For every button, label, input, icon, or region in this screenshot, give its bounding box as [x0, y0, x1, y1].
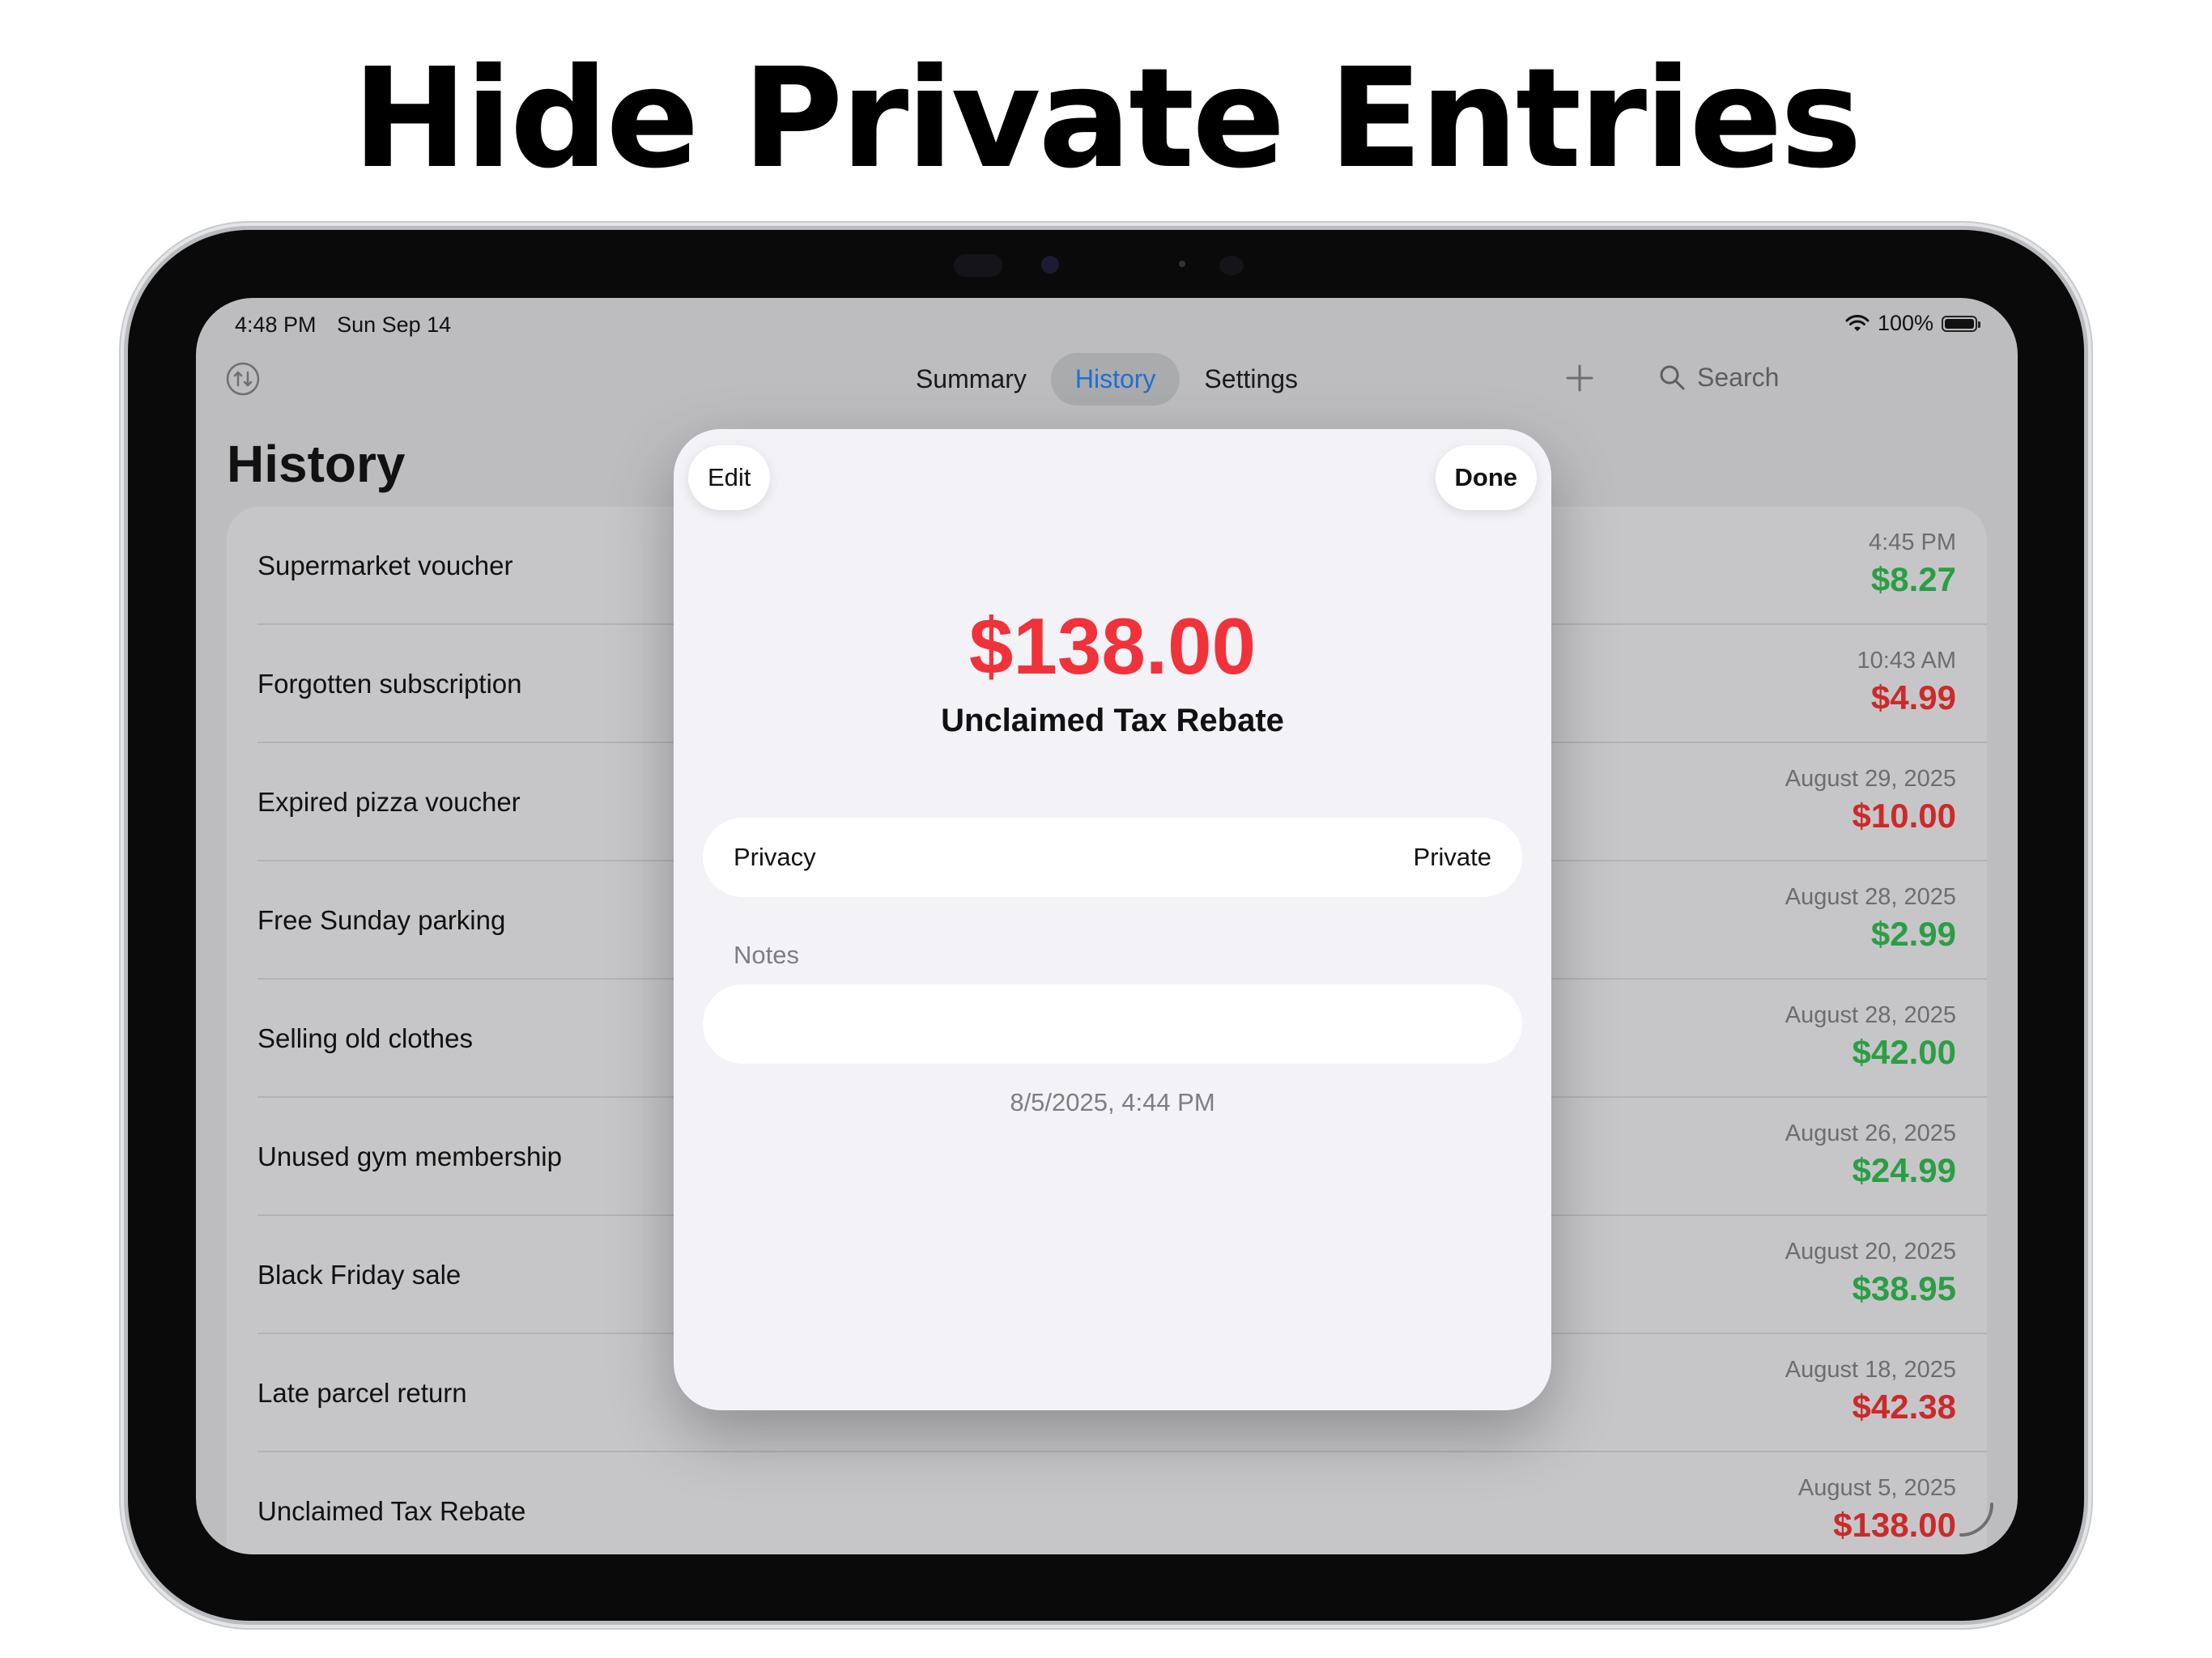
wifi-icon — [1845, 314, 1870, 331]
entry-name: Free Sunday parking — [257, 905, 506, 935]
entry-name: Supermarket voucher — [257, 551, 513, 580]
entry-amount: $4.99 — [1870, 678, 1956, 716]
volume-up-button — [279, 223, 359, 230]
add-entry-icon[interactable] — [1564, 363, 1595, 393]
entry-amount: $42.00 — [1852, 1033, 1956, 1071]
entry-date: August 20, 2025 — [1784, 1239, 1956, 1265]
proximity-sensor — [1219, 256, 1244, 275]
entry-name: Unclaimed Tax Rebate — [257, 1496, 526, 1526]
volume-down-button — [374, 223, 455, 230]
search-placeholder: Search — [1697, 362, 1780, 392]
resize-handle-icon[interactable] — [1956, 1499, 1995, 1538]
privacy-label: Privacy — [734, 843, 816, 871]
status-time: 4:48 PM — [235, 312, 317, 337]
sensor — [954, 254, 1002, 277]
status-bar-left: 4:48 PM Sun Sep 14 — [235, 312, 466, 338]
done-button[interactable]: Done — [1435, 445, 1537, 510]
entry-date: August 28, 2025 — [1784, 884, 1956, 910]
status-date: Sun Sep 14 — [337, 312, 452, 337]
page-title: History — [227, 435, 406, 493]
camera-bar — [939, 251, 1279, 280]
entry-amount: $10.00 — [1852, 797, 1956, 835]
entry-amount: $8.27 — [1870, 560, 1956, 598]
entry-date: August 5, 2025 — [1797, 1475, 1956, 1501]
entry-name: Forgotten subscription — [257, 669, 522, 699]
entry-amount-large: $138.00 — [968, 602, 1257, 691]
screen: 4:48 PM Sun Sep 14 100% Summary History … — [196, 298, 2018, 1554]
entry-name: Black Friday sale — [257, 1260, 462, 1290]
entry-date: 4:45 PM — [1869, 529, 1956, 555]
entry-amount: $138.00 — [1833, 1506, 1956, 1544]
entry-date: August 28, 2025 — [1784, 1002, 1956, 1028]
entry-amount: $24.99 — [1852, 1151, 1956, 1189]
entry-name: Selling old clothes — [257, 1023, 473, 1053]
front-camera-icon — [1041, 256, 1059, 274]
entry-amount: $42.38 — [1852, 1388, 1956, 1426]
entry-amount: $38.95 — [1852, 1269, 1956, 1307]
entry-detail-sheet: Edit Done $138.00 Unclaimed Tax Rebate P… — [674, 429, 1551, 1410]
entry-date: August 26, 2025 — [1784, 1120, 1956, 1146]
tab-history[interactable]: History — [1050, 353, 1180, 406]
list-item[interactable]: Unclaimed Tax Rebate August 5, 2025 $138… — [227, 1452, 1987, 1554]
tab-settings[interactable]: Settings — [1180, 353, 1322, 406]
entry-name: Expired pizza voucher — [257, 787, 521, 817]
tab-summary[interactable]: Summary — [891, 353, 1051, 406]
headline: Hide Private Entries — [352, 39, 1862, 199]
power-button — [121, 340, 128, 437]
status-bar-right: 100% — [1845, 311, 1980, 336]
entry-name: Unused gym membership — [257, 1141, 562, 1171]
entry-date: August 29, 2025 — [1784, 766, 1956, 792]
privacy-value: Private — [1413, 843, 1491, 871]
search-field[interactable]: Search — [1658, 355, 1982, 400]
search-icon — [1660, 365, 1685, 390]
ambient-sensor — [1179, 261, 1185, 267]
entry-timestamp: 8/5/2025, 4:44 PM — [1010, 1088, 1215, 1116]
entry-title: Unclaimed Tax Rebate — [941, 703, 1284, 738]
entry-date: 10:43 AM — [1857, 648, 1956, 674]
entry-amount: $2.99 — [1870, 915, 1956, 953]
battery-icon — [1942, 315, 1980, 332]
battery-percent: 100% — [1877, 311, 1933, 335]
notes-input[interactable] — [703, 984, 1522, 1064]
edit-button[interactable]: Edit — [688, 445, 771, 510]
entry-date: August 18, 2025 — [1784, 1357, 1956, 1383]
privacy-picker[interactable]: Privacy Private — [703, 818, 1522, 897]
notes-label: Notes — [734, 941, 799, 969]
entry-name: Late parcel return — [257, 1378, 467, 1408]
